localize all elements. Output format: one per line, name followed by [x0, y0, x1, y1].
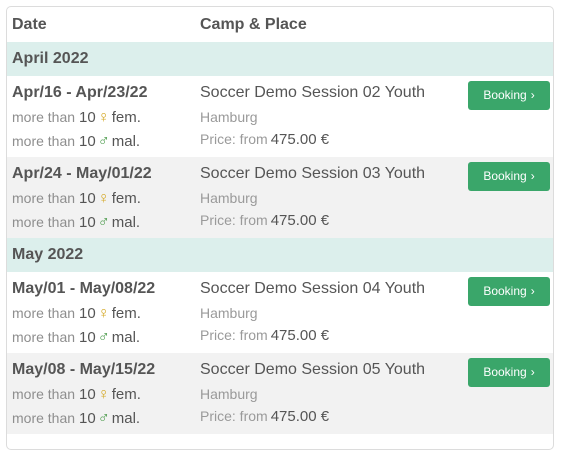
booking-button[interactable]: Booking › [468, 81, 550, 110]
male-symbol-icon: ♂ [97, 410, 110, 427]
male-symbol-icon: ♂ [97, 329, 110, 346]
female-symbol-icon: ♀ [97, 386, 110, 403]
session-place: Hamburg [200, 190, 258, 206]
female-count: more than 10 ♀ fem. [12, 305, 141, 322]
male-count: more than 10 ♂ mal. [12, 410, 141, 427]
month-label: May 2022 [12, 246, 84, 263]
session-title: Soccer Demo Session 03 Youth [200, 165, 426, 182]
session-price: Price: from 475.00 € [200, 408, 330, 425]
booking-button[interactable]: Booking › [468, 162, 550, 191]
female-symbol-icon: ♀ [97, 305, 110, 322]
female-symbol-icon: ♀ [97, 190, 110, 207]
session-row: May/08 - May/15/22 more than 10 ♀ fem. more… [7, 353, 553, 434]
session-price: Price: from 475.00 € [200, 212, 330, 229]
female-count: more than 10 ♀ fem. [12, 386, 141, 403]
session-title: Soccer Demo Session 05 Youth [200, 361, 426, 378]
booking-button[interactable]: Booking › [468, 277, 550, 306]
camp-place-column-header: Camp & Place [200, 16, 307, 33]
session-row: Apr/24 - May/01/22 more than 10 ♀ fem. more… [7, 157, 553, 238]
chevron-right-icon: › [530, 284, 535, 298]
session-price: Price: from 475.00 € [200, 327, 330, 344]
session-dates: May/08 - May/15/22 [12, 361, 156, 378]
camp-schedule-card: Date Camp & Place April 2022 Apr/16 - Ap… [6, 6, 554, 450]
session-title: Soccer Demo Session 02 Youth [200, 84, 426, 101]
month-header-april: April 2022 [7, 42, 553, 76]
session-dates: May/01 - May/08/22 [12, 280, 156, 297]
female-count: more than 10 ♀ fem. [12, 190, 141, 207]
session-row: Apr/16 - Apr/23/22 more than 10 ♀ fem. more… [7, 76, 553, 157]
session-dates: Apr/16 - Apr/23/22 [12, 84, 148, 101]
table-header: Date Camp & Place [7, 7, 553, 42]
session-row: May/01 - May/08/22 more than 10 ♀ fem. more… [7, 272, 553, 353]
booking-button[interactable]: Booking › [468, 358, 550, 387]
chevron-right-icon: › [530, 365, 535, 379]
date-column-header: Date [12, 16, 47, 33]
chevron-right-icon: › [530, 169, 535, 183]
session-place: Hamburg [200, 305, 258, 321]
session-place: Hamburg [200, 386, 258, 402]
session-price: Price: from 475.00 € [200, 131, 330, 148]
session-dates: Apr/24 - May/01/22 [12, 165, 152, 182]
chevron-right-icon: › [530, 88, 535, 102]
male-symbol-icon: ♂ [97, 214, 110, 231]
male-count: more than 10 ♂ mal. [12, 329, 141, 346]
female-count: more than 10 ♀ fem. [12, 109, 141, 126]
session-place: Hamburg [200, 109, 258, 125]
month-label: April 2022 [12, 50, 89, 67]
session-title: Soccer Demo Session 04 Youth [200, 280, 426, 297]
male-count: more than 10 ♂ mal. [12, 133, 141, 150]
month-header-may: May 2022 [7, 238, 553, 272]
female-symbol-icon: ♀ [97, 109, 110, 126]
male-count: more than 10 ♂ mal. [12, 214, 141, 231]
male-symbol-icon: ♂ [97, 133, 110, 150]
